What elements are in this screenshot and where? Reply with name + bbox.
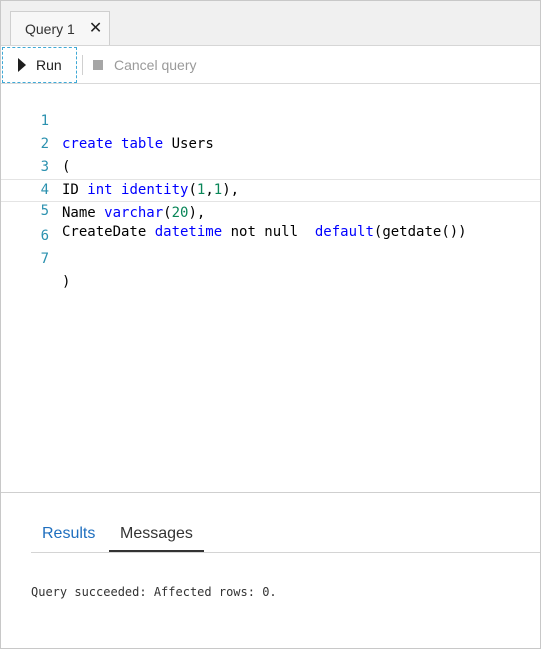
tab-results[interactable]: Results (31, 519, 106, 552)
code-line-3: 3 ID int identity(1,1), (1, 133, 540, 198)
close-icon[interactable]: ✕ (89, 20, 102, 37)
play-icon (18, 58, 26, 72)
code-line-7: 7 ) (1, 225, 540, 290)
run-button[interactable]: Run (2, 47, 77, 83)
query-editor-window: Query 1 ✕ Run Cancel query 1 create tabl… (0, 0, 541, 649)
tab-messages[interactable]: Messages (109, 519, 204, 552)
tab-label: Query 1 (25, 20, 75, 37)
run-label: Run (36, 57, 62, 73)
code-editor[interactable]: 1 create table Users 2 ( 3 ID int identi… (1, 84, 540, 493)
tab-strip: Query 1 ✕ (1, 1, 540, 46)
query-message: Query succeeded: Affected rows: 0. (31, 585, 277, 599)
tab-query-1[interactable]: Query 1 ✕ (10, 11, 110, 45)
results-panel: Results Messages Query succeeded: Affect… (1, 493, 540, 648)
toolbar: Run Cancel query (1, 46, 540, 84)
line-number: 7 (40, 251, 49, 267)
cancel-query-button[interactable]: Cancel query (93, 46, 197, 83)
code-line-2: 2 ( (1, 110, 540, 175)
stop-icon (93, 59, 103, 70)
toolbar-separator (82, 55, 83, 75)
code-line-6: 6 (1, 202, 540, 244)
code-line-1: 1 create table Users (1, 87, 540, 152)
line-code: ) (62, 274, 71, 290)
code-line-5: 5 CreateDate datetime not null default(g… (1, 179, 540, 240)
code-line-4: 4 Name varchar(20), (1, 156, 540, 221)
cancel-label: Cancel query (114, 56, 197, 73)
results-tab-bar: Results Messages (31, 519, 540, 553)
